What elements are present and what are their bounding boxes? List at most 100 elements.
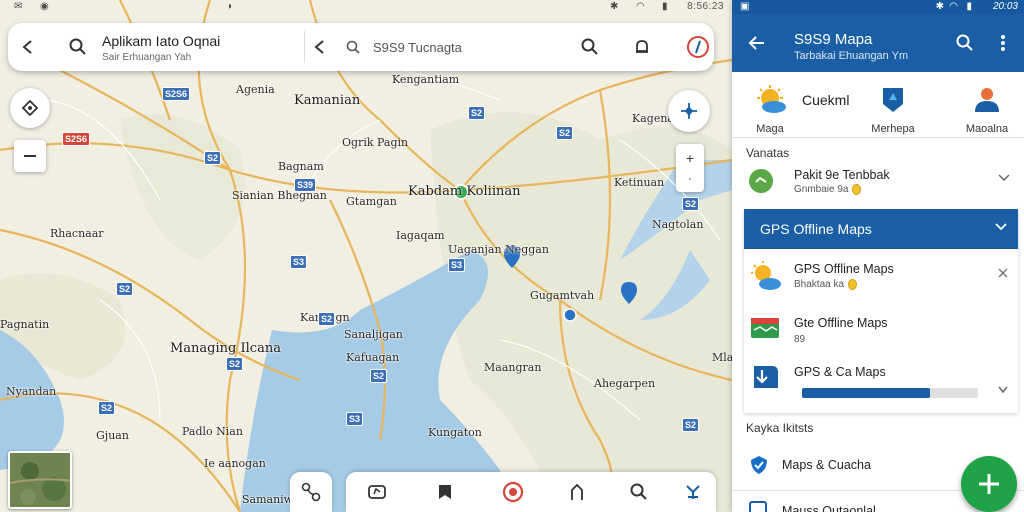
map-label: Mlan xyxy=(712,351,732,364)
person-icon xyxy=(975,88,999,112)
list-item-sub-text: Gnmbaie 9a xyxy=(794,184,849,196)
coin-icon xyxy=(852,184,862,195)
map-tile-icon xyxy=(751,318,779,338)
toolbar-search-button[interactable] xyxy=(626,480,652,504)
panel-search-button[interactable] xyxy=(950,28,980,58)
quick-item-merhepa[interactable]: Merhepa xyxy=(870,84,916,135)
quick-item-maga[interactable]: Maga xyxy=(748,84,792,135)
status-time: 8:56:23 xyxy=(687,1,724,12)
map-icon xyxy=(749,501,767,512)
map-tool-left[interactable] xyxy=(290,472,332,512)
more-menu-button[interactable] xyxy=(988,28,1018,58)
road-shield: S2 xyxy=(556,126,574,140)
battery-icon: ▮ xyxy=(966,1,972,12)
back-button-2[interactable] xyxy=(300,23,340,71)
location-button[interactable] xyxy=(10,88,50,128)
navigation-icon xyxy=(21,99,39,117)
map-pin-icon xyxy=(883,88,903,112)
weather-icon xyxy=(751,261,781,290)
zoom-out-button[interactable] xyxy=(14,140,46,172)
map-label: Maangran xyxy=(484,361,542,374)
chevron-down-icon[interactable] xyxy=(994,220,1008,234)
section-heading: Kayka Ikitsts xyxy=(746,421,814,435)
road-shield: S2 xyxy=(116,282,134,296)
battery-icon: ▮ xyxy=(662,1,668,12)
road-shield: S2 xyxy=(682,197,700,211)
compass-icon xyxy=(687,36,709,58)
back-button[interactable] xyxy=(8,23,48,71)
search-input[interactable]: S9S9 Tucnagta xyxy=(373,40,462,55)
map-label: Nagtolan xyxy=(652,218,704,231)
road-shield: S2 xyxy=(204,151,222,165)
route-badge-icon xyxy=(749,169,773,193)
quick-item-label: Maoalna xyxy=(965,123,1009,135)
map-label-center: Kabdam Koliinan xyxy=(408,184,521,199)
road-shield: S2 xyxy=(98,401,116,415)
offline-map-item[interactable]: GPS Offline Maps Bhaktaa ka xyxy=(744,258,1020,298)
offline-map-sub: 89 xyxy=(794,334,806,345)
zoom-in-icon[interactable]: + xyxy=(686,148,694,168)
panel-back-button[interactable] xyxy=(742,28,772,58)
search-action-button[interactable] xyxy=(570,23,610,71)
toolbar-bookmark-button[interactable] xyxy=(432,480,458,504)
zoom-out-icon[interactable]: · xyxy=(688,168,692,188)
panel-title: S9S9 Mapa xyxy=(794,31,873,48)
close-icon[interactable] xyxy=(998,268,1008,278)
map-label: Gugamtvah xyxy=(530,289,595,302)
toolbar-layers-button[interactable] xyxy=(364,480,390,504)
back-arrow-icon xyxy=(748,36,764,50)
offline-map-item[interactable]: Gte Offline Maps 89 xyxy=(744,312,1020,352)
list-item-label: Mauss Qutaonlal xyxy=(782,504,876,512)
bookmark-icon xyxy=(439,485,451,499)
map-label-major: Managing Ilcana xyxy=(170,341,281,356)
more-vert-icon xyxy=(1001,35,1005,51)
side-panel: ▣ ✱ ◠ ▮ 20:03 S9S9 Mapa Tarbakai Ehuanga… xyxy=(732,0,1024,512)
zoom-controls[interactable]: + · xyxy=(676,144,704,192)
panel-subtitle: Tarbakai Ehuangan Ym xyxy=(794,50,909,62)
map-label: Rhacnaar xyxy=(50,227,104,240)
list-item-label: Maps & Cuacha xyxy=(782,458,871,472)
quick-item-label: Merhepa xyxy=(871,123,915,135)
search-subtitle: Sair Erhuangan Yah xyxy=(102,52,192,63)
gps-offline-maps-header[interactable]: GPS Offline Maps xyxy=(744,209,1018,249)
route-icon xyxy=(301,482,321,502)
notifications-button[interactable] xyxy=(622,23,662,71)
add-button[interactable] xyxy=(961,456,1017,512)
road-shield: S3 xyxy=(448,258,466,272)
offline-map-label: GPS Offline Maps xyxy=(794,262,894,276)
chevron-down-icon[interactable] xyxy=(998,174,1010,182)
map-label: Bagnam xyxy=(278,160,324,173)
road-shield: S2 xyxy=(370,369,388,383)
search-card[interactable]: Aplikam Iato Oqnai Sair Erhuangan Yah S9… xyxy=(8,23,714,71)
layers-button[interactable] xyxy=(668,90,710,132)
road-shield: S2 xyxy=(468,106,486,120)
road-shield: S39 xyxy=(294,178,317,192)
quick-item-maoalna[interactable]: Maoalna xyxy=(964,84,1010,135)
panel-status-bar: ▣ ✱ ◠ ▮ 20:03 xyxy=(732,0,1024,14)
map-label: Kafuagan xyxy=(346,351,400,364)
list-item-sub: Gnmbaie 9a xyxy=(794,184,862,196)
offline-map-item[interactable]: GPS & Ca Maps xyxy=(744,360,1020,406)
compass-button[interactable] xyxy=(678,23,718,71)
shield-check-icon xyxy=(751,456,767,474)
map-label: Pagnatin xyxy=(0,318,50,331)
section-heading: Vanatas xyxy=(746,146,790,160)
chevron-down-icon[interactable] xyxy=(998,386,1008,394)
map-label: Sanaljigan xyxy=(344,328,403,341)
back-arrow-icon xyxy=(314,40,324,54)
wifi-icon: ◠ xyxy=(636,1,645,12)
toolbar-directions-button[interactable] xyxy=(680,480,706,504)
toolbar-record-button[interactable] xyxy=(500,480,526,504)
offline-map-label: GPS & Ca Maps xyxy=(794,365,886,379)
toolbar-share-button[interactable] xyxy=(564,480,590,504)
bluetooth-icon: ✱ xyxy=(935,1,944,12)
satellite-thumbnail[interactable] xyxy=(8,451,72,509)
record-icon xyxy=(502,481,524,503)
search-button[interactable] xyxy=(58,23,98,71)
list-item[interactable]: Pakit 9e Tenbbak Gnmbaie 9a xyxy=(744,164,1020,204)
map-view[interactable]: Agenia Kamanian Kengantiam Kagenan Ogrik… xyxy=(0,0,732,512)
share-icon xyxy=(571,483,583,500)
layers-icon xyxy=(368,485,386,499)
panel-header: S9S9 Mapa Tarbakai Ehuangan Ym xyxy=(732,14,1024,72)
map-label: Ketinuan xyxy=(614,176,665,189)
